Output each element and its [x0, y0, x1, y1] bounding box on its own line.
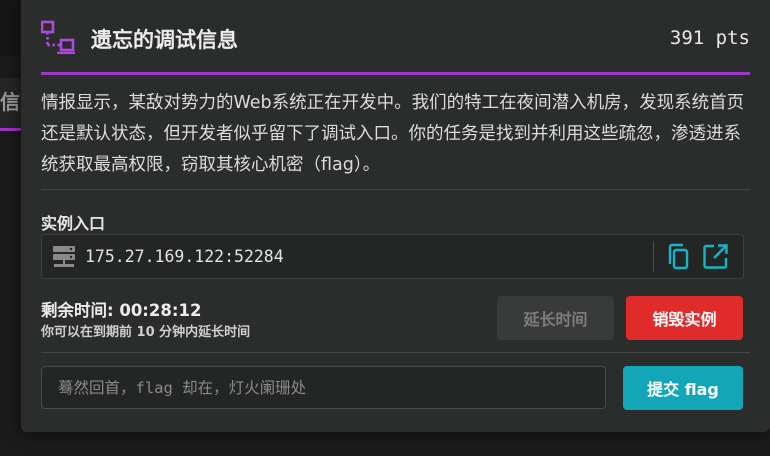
separator: [653, 241, 654, 272]
remaining-time: 剩余时间: 00:28:12: [41, 301, 202, 320]
modal-header: 遗忘的调试信息 391 pts: [41, 0, 750, 75]
challenge-description: 情报显示，某敌对势力的Web系统正在开发中。我们的特工在夜间潜入机房，发现系统首…: [41, 93, 745, 175]
instance-address[interactable]: 175.27.169.122:52284: [85, 247, 284, 266]
instance-label: 实例入口: [41, 214, 106, 233]
challenge-modal: 遗忘的调试信息 391 pts 情报显示，某敌对势力的Web系统正在开发中。我们…: [21, 0, 770, 432]
divider: [41, 352, 750, 353]
instance-address-box: 175.27.169.122:52284: [41, 234, 744, 279]
extend-time-button[interactable]: 延长时间: [497, 296, 614, 340]
challenge-title: 遗忘的调试信息: [91, 28, 238, 52]
extend-hint: 你可以在到期前 10 分钟内延长时间: [41, 325, 251, 340]
network-nodes-icon: [41, 20, 75, 54]
destroy-instance-button[interactable]: 销毁实例: [626, 296, 743, 340]
submit-flag-button[interactable]: 提交 flag: [623, 366, 743, 410]
background-tab-label: 信息: [0, 90, 22, 114]
external-link-icon[interactable]: [702, 243, 729, 270]
divider: [41, 189, 750, 190]
server-icon: [53, 246, 75, 267]
flag-input[interactable]: [41, 366, 606, 409]
copy-icon[interactable]: [664, 243, 692, 271]
challenge-points: 391 pts: [669, 27, 750, 49]
